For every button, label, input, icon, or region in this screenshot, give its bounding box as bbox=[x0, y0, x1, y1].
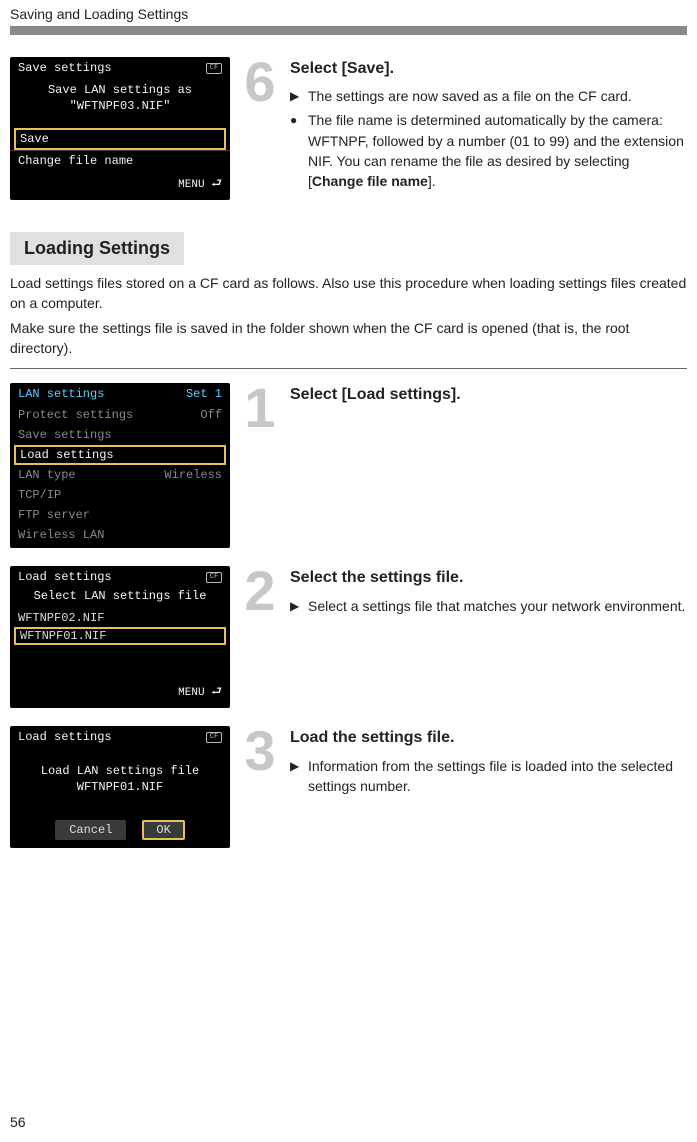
step3-bullet-1-text: Information from the settings file is lo… bbox=[308, 756, 687, 797]
r3l: LAN type bbox=[18, 468, 76, 482]
ss6-line1: Save LAN settings as bbox=[10, 83, 230, 99]
r1l: Save settings bbox=[18, 428, 112, 442]
step-6-text: Select [Save]. ▶ The settings are now sa… bbox=[290, 57, 687, 196]
cf-card-icon: CF bbox=[206, 63, 222, 74]
step6-bullet-2: ● The file name is determined automatica… bbox=[290, 110, 687, 191]
cf-card-icon: CF bbox=[206, 572, 222, 583]
step-3-row: Load settings CF Load LAN settings file … bbox=[10, 726, 687, 847]
step-1-title: Select [Load settings]. bbox=[290, 383, 687, 406]
step2-bullet-1: ▶ Select a settings file that matches yo… bbox=[290, 596, 687, 616]
r4l: TCP/IP bbox=[18, 488, 61, 502]
b2-bold: Change file name bbox=[312, 173, 428, 189]
step-1-row: LAN settings Set 1 Protect settings Off … bbox=[10, 383, 687, 548]
ss6-option-save[interactable]: Save bbox=[14, 128, 226, 150]
step-1-text: Select [Load settings]. bbox=[290, 383, 687, 412]
cf-card-icon: CF bbox=[206, 732, 222, 743]
screenshot-select-file: Load settings CF Select LAN settings fil… bbox=[10, 566, 230, 708]
ss2-subtitle: Select LAN settings file bbox=[10, 586, 230, 609]
b2-after: ]. bbox=[428, 173, 436, 189]
ok-button[interactable]: OK bbox=[142, 820, 184, 840]
step-2-text: Select the settings file. ▶ Select a set… bbox=[290, 566, 687, 619]
step-2-title: Select the settings file. bbox=[290, 566, 687, 589]
menu-label: MENU bbox=[178, 179, 204, 191]
lan-row-lantype[interactable]: LAN type Wireless bbox=[10, 465, 230, 485]
play-icon: ▶ bbox=[290, 756, 308, 797]
ss3-line1: Load LAN settings file bbox=[10, 764, 230, 780]
cancel-button[interactable]: Cancel bbox=[55, 820, 126, 840]
play-icon: ▶ bbox=[290, 86, 308, 106]
step-number-2: 2 bbox=[230, 566, 290, 616]
r5l: FTP server bbox=[18, 508, 90, 522]
step6-bullet-2-text: The file name is determined automaticall… bbox=[308, 110, 687, 191]
ss6-menu-footer: MENU ⮐ bbox=[10, 171, 230, 200]
play-icon: ▶ bbox=[290, 596, 308, 616]
screenshot-save-settings: Save settings CF Save LAN settings as "W… bbox=[10, 57, 230, 200]
loading-para-2: Make sure the settings file is saved in … bbox=[10, 318, 687, 359]
ss2-menu-footer: MENU ⮐ bbox=[10, 679, 230, 708]
loading-para-1: Load settings files stored on a CF card … bbox=[10, 273, 687, 314]
r2l: Load settings bbox=[20, 448, 114, 462]
ss1-header-left: LAN settings bbox=[18, 387, 104, 401]
step3-bullet-1: ▶ Information from the settings file is … bbox=[290, 756, 687, 797]
ss3-line2: WFTNPF01.NIF bbox=[10, 780, 230, 796]
r3r: Wireless bbox=[164, 468, 222, 482]
step-3-title: Load the settings file. bbox=[290, 726, 687, 749]
section-divider bbox=[10, 368, 687, 369]
lan-row-wlan[interactable]: Wireless LAN bbox=[10, 525, 230, 548]
return-icon: ⮐ bbox=[211, 685, 222, 699]
ss6-option-change[interactable]: Change file name bbox=[10, 150, 230, 171]
lan-row-tcpip[interactable]: TCP/IP bbox=[10, 485, 230, 505]
ss6-title: Save settings bbox=[18, 61, 112, 75]
ss3-title: Load settings bbox=[18, 730, 112, 744]
page-number: 56 bbox=[10, 1114, 26, 1130]
disc-icon: ● bbox=[290, 110, 308, 191]
r0r: Off bbox=[200, 408, 222, 422]
step-number-3: 3 bbox=[230, 726, 290, 776]
step-number-6: 6 bbox=[230, 57, 290, 107]
screenshot-load-file: Load settings CF Load LAN settings file … bbox=[10, 726, 230, 847]
ss2-title: Load settings bbox=[18, 570, 112, 584]
step-number-1: 1 bbox=[230, 383, 290, 433]
file-row-2[interactable]: WFTNPF01.NIF bbox=[14, 627, 226, 645]
lan-row-protect[interactable]: Protect settings Off bbox=[10, 405, 230, 425]
step6-bullet-1-text: The settings are now saved as a file on … bbox=[308, 86, 632, 106]
lan-row-load[interactable]: Load settings bbox=[14, 445, 226, 465]
header-divider bbox=[10, 26, 687, 35]
lan-row-ftp[interactable]: FTP server bbox=[10, 505, 230, 525]
lan-row-save[interactable]: Save settings bbox=[10, 425, 230, 445]
step-3-text: Load the settings file. ▶ Information fr… bbox=[290, 726, 687, 800]
step-2-row: Load settings CF Select LAN settings fil… bbox=[10, 566, 687, 708]
r0l: Protect settings bbox=[18, 408, 133, 422]
file-row-1[interactable]: WFTNPF02.NIF bbox=[10, 609, 230, 627]
screenshot-lan-settings: LAN settings Set 1 Protect settings Off … bbox=[10, 383, 230, 548]
menu-label-2: MENU bbox=[178, 687, 204, 699]
step6-bullet-1: ▶ The settings are now saved as a file o… bbox=[290, 86, 687, 106]
step2-bullet-1-text: Select a settings file that matches your… bbox=[308, 596, 685, 616]
ss6-line2: "WFTNPF03.NIF" bbox=[10, 99, 230, 115]
return-icon: ⮐ bbox=[211, 177, 222, 191]
r6l: Wireless LAN bbox=[18, 528, 104, 542]
loading-settings-heading: Loading Settings bbox=[10, 232, 184, 265]
step-6-title: Select [Save]. bbox=[290, 57, 687, 80]
ss1-header-right: Set 1 bbox=[186, 387, 222, 401]
page-header: Saving and Loading Settings bbox=[10, 0, 687, 26]
step-6-row: Save settings CF Save LAN settings as "W… bbox=[10, 57, 687, 200]
